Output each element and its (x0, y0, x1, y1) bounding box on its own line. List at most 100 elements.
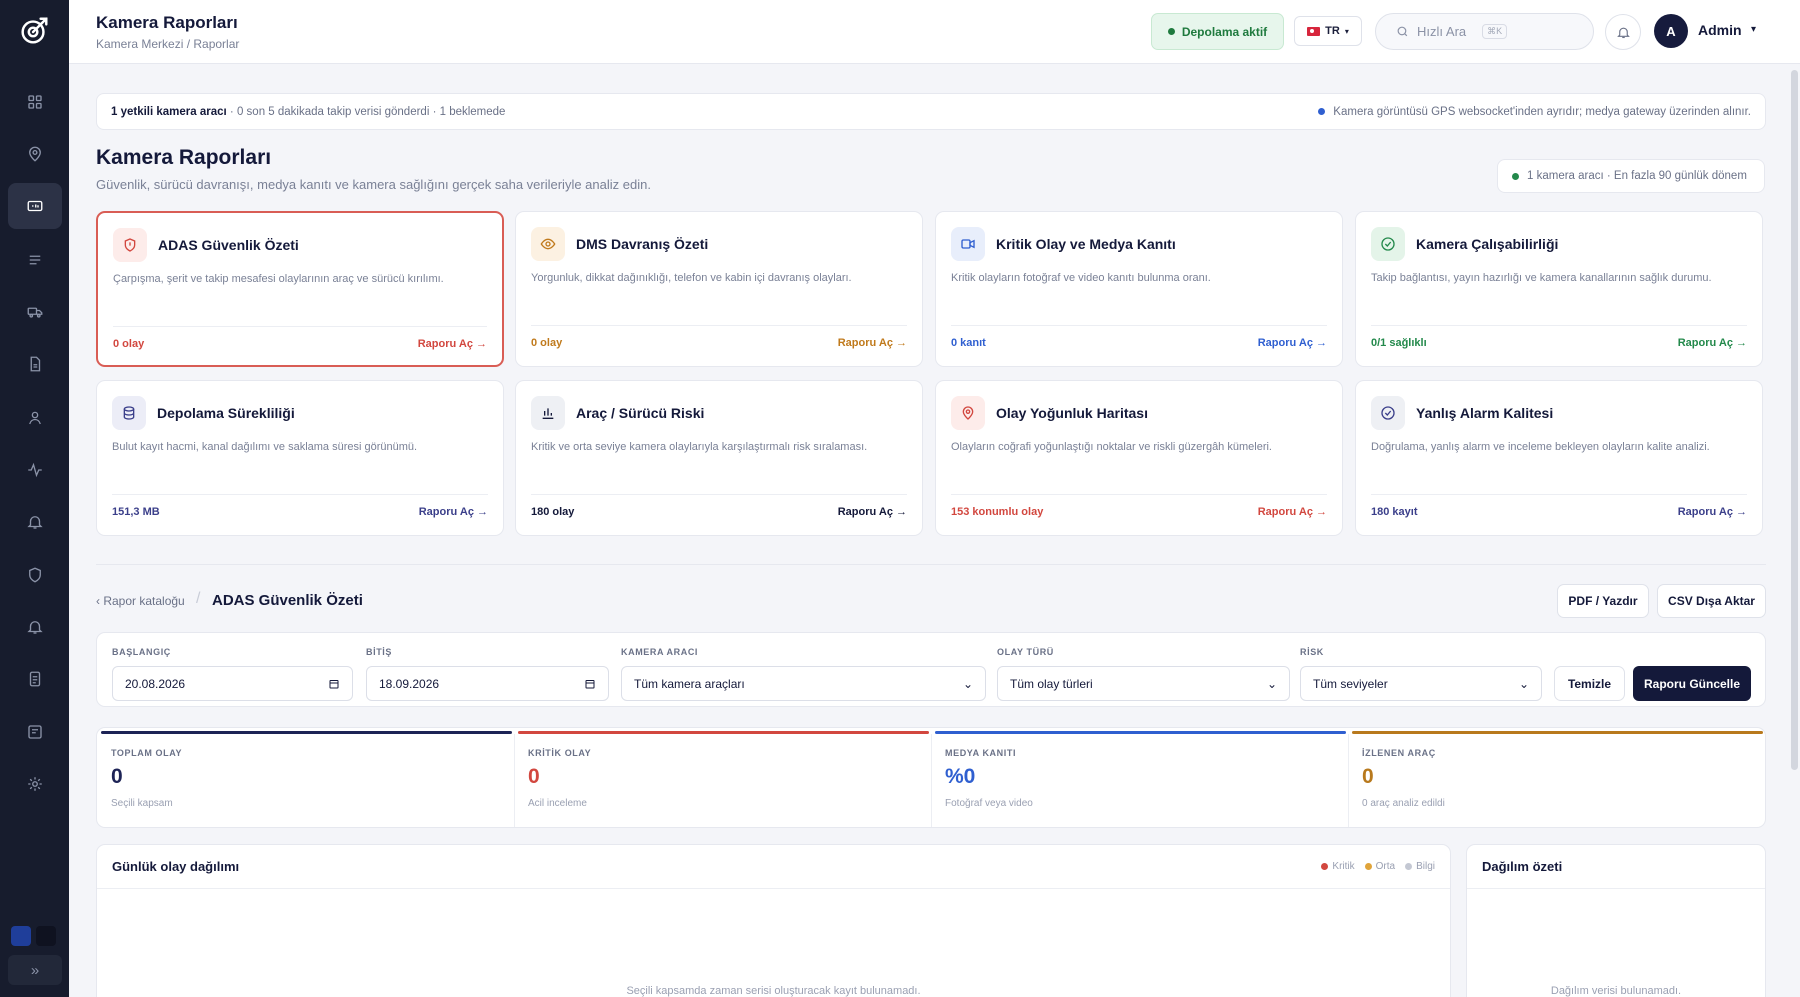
language-label: TR (1325, 25, 1340, 37)
grid-icon (28, 95, 42, 109)
start-date-field[interactable]: 20.08.2026 (112, 666, 353, 701)
app-logo[interactable] (16, 13, 52, 49)
info-dot-icon (1318, 108, 1326, 115)
page-scrollbar[interactable] (1791, 70, 1798, 770)
legend-critical: Kritik (1321, 861, 1355, 872)
user-name[interactable]: Admin (1698, 22, 1742, 38)
chevron-down-icon: ▾ (1344, 26, 1349, 36)
sidebar-item-map[interactable] (8, 131, 62, 177)
report-icon (28, 725, 42, 739)
quick-search-input[interactable]: Hızlı Ara ⌘K (1375, 13, 1594, 50)
map-pin-icon (951, 396, 985, 430)
report-card[interactable]: Yanlış Alarm Kalitesi Doğrulama, yanlış … (1355, 380, 1763, 536)
header-breadcrumb: Kamera Merkezi / Raporlar (96, 37, 240, 51)
sidebar-item-security[interactable] (8, 552, 62, 598)
report-card-description: Bulut kayıt hacmi, kanal dağılımı ve sak… (112, 441, 418, 453)
report-card[interactable]: Araç / Sürücü Riski Kritik ve orta seviy… (515, 380, 923, 536)
sidebar-item-settings[interactable] (8, 761, 62, 807)
kpi-subtitle: Acil inceleme (528, 798, 587, 809)
report-card[interactable]: Kritik Olay ve Medya Kanıtı Kritik olayl… (935, 211, 1343, 367)
pdf-print-button[interactable]: PDF / Yazdır (1557, 584, 1649, 618)
kpi-value: 0 (528, 765, 540, 788)
risk-select[interactable]: Tüm seviyeler ⌄ (1300, 666, 1542, 701)
report-card[interactable]: ADAS Güvenlik Özeti Çarpışma, şerit ve t… (96, 211, 504, 367)
vehicle-select[interactable]: Tüm kamera araçları ⌄ (621, 666, 986, 701)
open-report-link[interactable]: Raporu Aç → (838, 506, 907, 518)
sidebar-item-files[interactable] (8, 656, 62, 702)
open-report-link[interactable]: Raporu Aç → (1258, 337, 1327, 349)
report-card-metric: 0 olay (531, 337, 563, 349)
sidebar-item-notifications[interactable] (8, 499, 62, 545)
report-card-title: Yanlış Alarm Kalitesi (1416, 405, 1554, 421)
calendar-icon[interactable] (328, 678, 340, 690)
open-report-link[interactable]: Raporu Aç → (1678, 337, 1747, 349)
report-card-description: Çarpışma, şerit ve takip mesafesi olayla… (113, 273, 444, 285)
distribution-panel: Dağılım özeti Dağılım verisi bulunamadı. (1466, 844, 1766, 997)
update-report-button[interactable]: Raporu Güncelle (1633, 666, 1751, 701)
kpi-label: TOPLAM OLAY (111, 748, 183, 758)
sidebar-item-camera-reports[interactable] (8, 183, 62, 229)
report-card-title: Kritik Olay ve Medya Kanıtı (996, 236, 1176, 252)
report-card[interactable]: Olay Yoğunluk Haritası Olayların coğrafi… (935, 380, 1343, 536)
report-card[interactable]: Kamera Çalışabilirliği Takip bağlantısı,… (1355, 211, 1763, 367)
clear-filters-button[interactable]: Temizle (1554, 666, 1625, 701)
distribution-title: Dağılım özeti (1482, 859, 1563, 874)
page-subtitle: Güvenlik, sürücü davranışı, medya kanıtı… (96, 177, 651, 192)
sidebar-item-drivers[interactable] (8, 395, 62, 441)
sidebar-item-documents[interactable] (8, 341, 62, 387)
language-select[interactable]: TR ▾ (1294, 16, 1362, 46)
open-report-link[interactable]: Raporu Aç → (419, 506, 488, 518)
end-date-field[interactable]: 18.09.2026 (366, 666, 609, 701)
open-report-link[interactable]: Raporu Aç → (1678, 506, 1747, 518)
kpi-card: KRİTİK OLAY 0 Acil inceleme (514, 728, 931, 827)
user-menu-chevron-icon[interactable]: ▾ (1751, 24, 1756, 35)
logo-icon (21, 17, 48, 44)
notifications-button[interactable] (1605, 14, 1641, 50)
map-pin-icon (29, 146, 41, 162)
database-icon (112, 396, 146, 430)
sidebar-item-list[interactable] (8, 237, 62, 283)
open-report-link[interactable]: Raporu Aç → (418, 338, 487, 350)
daily-empty-message: Seçili kapsamda zaman serisi oluşturacak… (626, 985, 921, 997)
report-card-metric: 151,3 MB (112, 506, 160, 518)
theme-dark-swatch[interactable] (36, 926, 56, 946)
open-report-link[interactable]: Raporu Aç → (1258, 506, 1327, 518)
calendar-icon[interactable] (584, 678, 596, 690)
daily-events-panel: Günlük olay dağılımı Kritik Orta Bilgi S… (96, 844, 1451, 997)
event-type-select[interactable]: Tüm olay türleri ⌄ (997, 666, 1290, 701)
kpi-subtitle: Fotoğraf veya video (945, 798, 1033, 809)
distribution-empty-message: Dağılım verisi bulunamadı. (1550, 985, 1682, 997)
card-divider (531, 325, 907, 326)
kpi-accent-bar (518, 731, 929, 734)
banner-right: Kamera görüntüsü GPS websocket'inden ayr… (1318, 106, 1751, 118)
panel-divider (1467, 888, 1765, 889)
end-date-value: 18.09.2026 (379, 676, 440, 691)
csv-export-button[interactable]: CSV Dışa Aktar (1657, 584, 1766, 618)
card-divider (113, 326, 487, 327)
page-header-title: Kamera Raporları (96, 13, 238, 32)
risk-select-value: Tüm seviyeler (1313, 676, 1388, 691)
sidebar-item-alarms[interactable] (8, 604, 62, 650)
sidebar-item-activity[interactable] (8, 447, 62, 493)
search-icon (1397, 26, 1408, 37)
sidebar-expand-button[interactable]: » (8, 955, 62, 985)
file-icon (29, 671, 41, 687)
avatar[interactable]: A (1654, 14, 1688, 48)
check-circle-icon (1371, 227, 1405, 261)
report-card[interactable]: Depolama Sürekliliği Bulut kayıt hacmi, … (96, 380, 504, 536)
sidebar-item-vehicles[interactable] (8, 289, 62, 335)
report-card[interactable]: DMS Davranış Özeti Yorgunluk, dikkat dağ… (515, 211, 923, 367)
storage-status-badge[interactable]: Depolama aktif (1151, 13, 1284, 50)
open-report-link[interactable]: Raporu Aç → (838, 337, 907, 349)
legend-medium: Orta (1364, 861, 1395, 872)
end-date-label: BİTİŞ (366, 647, 393, 657)
back-to-catalog-link[interactable]: ‹ Rapor kataloğu (96, 594, 185, 608)
theme-blue-swatch[interactable] (11, 926, 31, 946)
settings-icon (28, 777, 42, 791)
sidebar-item-reports[interactable] (8, 709, 62, 755)
start-date-label: BAŞLANGIÇ (112, 647, 171, 657)
kpi-card: MEDYA KANITI %0 Fotoğraf veya video (931, 728, 1348, 827)
card-divider (951, 325, 1327, 326)
storage-status-label: Depolama aktif (1181, 24, 1268, 39)
sidebar-item-dashboard[interactable] (8, 79, 62, 125)
